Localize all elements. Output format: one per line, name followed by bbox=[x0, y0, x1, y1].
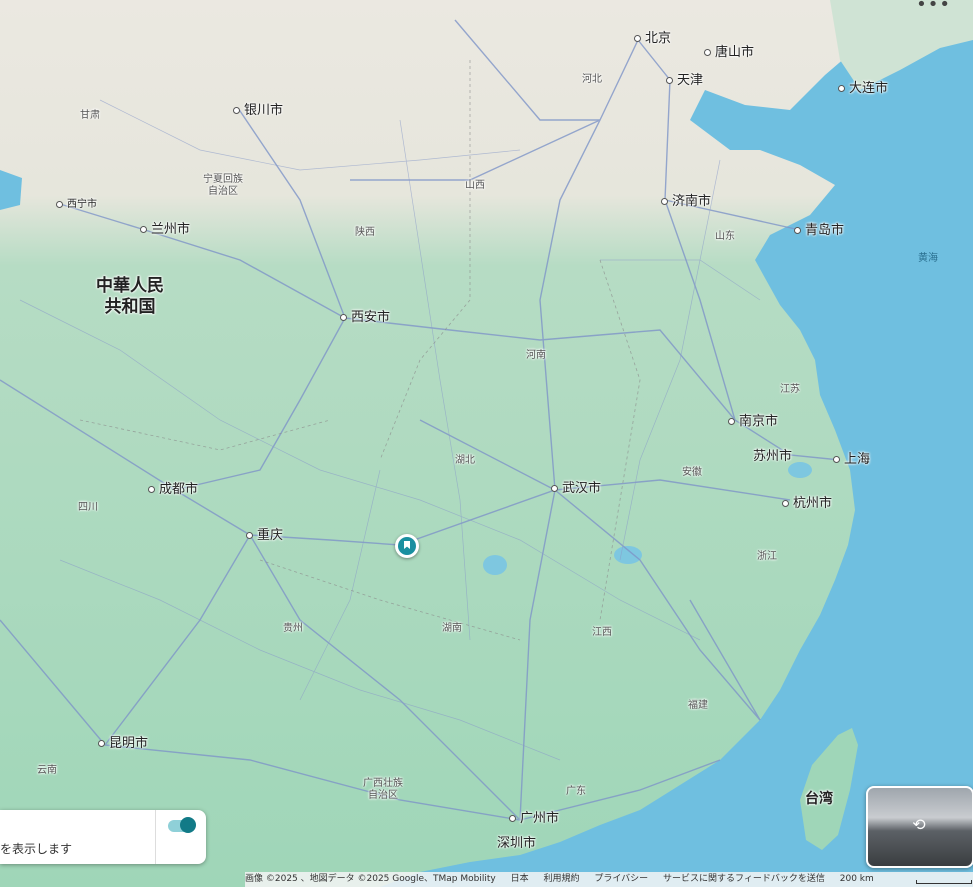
region-label-guangxi: 广西壮族 自治区 bbox=[363, 778, 403, 801]
toggle-card-divider bbox=[155, 810, 156, 864]
city-label-beijing[interactable]: 北京 bbox=[634, 31, 671, 47]
region-label-yunnan: 云南 bbox=[37, 765, 57, 776]
city-label-hangzhou[interactable]: 杭州市 bbox=[782, 496, 832, 512]
city-label-jinan[interactable]: 济南市 bbox=[661, 194, 711, 210]
city-label-kunming[interactable]: 昆明市 bbox=[98, 736, 148, 752]
region-label-guizhou: 贵州 bbox=[283, 623, 303, 634]
city-label-qingdao[interactable]: 青岛市 bbox=[794, 223, 844, 239]
city-label-chongqing[interactable]: 重庆 bbox=[246, 528, 283, 544]
city-label-shanghai[interactable]: 上海 bbox=[833, 452, 870, 468]
saved-place-marker[interactable] bbox=[395, 534, 419, 558]
sea-label-yellow-sea: 黄海 bbox=[918, 253, 938, 264]
region-label-jiangxi: 江西 bbox=[592, 627, 612, 638]
street-view-thumbnail[interactable]: ⟲ bbox=[866, 786, 973, 868]
privacy-link[interactable]: プライバシー bbox=[594, 874, 648, 884]
city-label-lanzhou[interactable]: 兰州市 bbox=[140, 222, 190, 238]
region-label-fujian: 福建 bbox=[688, 700, 708, 711]
city-label-yinchuan[interactable]: 银川市 bbox=[233, 103, 283, 119]
city-label-suzhou[interactable]: 苏州市 bbox=[753, 449, 792, 465]
city-label-chengdu[interactable]: 成都市 bbox=[148, 482, 198, 498]
island-label-taiwan: 台湾 bbox=[805, 791, 833, 807]
region-label-henan: 河南 bbox=[526, 350, 546, 361]
region-label-anhui: 安徽 bbox=[682, 467, 702, 478]
attribution-text: 画像 ©2025 、地図データ ©2025 Google、TMap Mobili… bbox=[245, 874, 496, 884]
region-label-gansu: 甘肃 bbox=[80, 110, 100, 121]
region-link[interactable]: 日本 bbox=[511, 874, 529, 884]
city-label-xining[interactable]: 西宁市 bbox=[56, 197, 97, 213]
rotate-360-icon: ⟲ bbox=[912, 815, 926, 834]
city-label-guangzhou[interactable]: 广州市 bbox=[509, 811, 559, 827]
city-label-xian[interactable]: 西安市 bbox=[340, 310, 390, 326]
city-label-shenzhen[interactable]: 深圳市 bbox=[497, 836, 536, 852]
city-label-dalian[interactable]: 大连市 bbox=[838, 81, 888, 97]
region-label-shaanxi: 陕西 bbox=[355, 227, 375, 238]
country-label: 中華人民 共和国 bbox=[96, 276, 164, 317]
map-canvas[interactable] bbox=[0, 0, 973, 887]
region-label-shanxi: 山西 bbox=[465, 180, 485, 191]
scale-bar bbox=[916, 880, 972, 884]
region-label-zhejiang: 浙江 bbox=[757, 551, 777, 562]
region-label-hunan: 湖南 bbox=[442, 623, 462, 634]
bookmark-icon bbox=[398, 537, 416, 555]
toggle-card-text: を表示します bbox=[0, 842, 73, 856]
region-label-jiangsu: 江苏 bbox=[780, 384, 800, 395]
terms-link[interactable]: 利用規約 bbox=[543, 874, 579, 884]
more-options-icon[interactable]: ••• bbox=[916, 0, 951, 15]
map-footer: 画像 ©2025 、地図データ ©2025 Google、TMap Mobili… bbox=[245, 872, 973, 887]
city-label-tianjin[interactable]: 天津 bbox=[666, 73, 703, 89]
region-label-guangdong: 广东 bbox=[566, 786, 586, 797]
region-label-ningxia: 宁夏回族 自治区 bbox=[203, 174, 243, 197]
layer-toggle-card: を表示します bbox=[0, 810, 206, 864]
feedback-link[interactable]: サービスに関するフィードバックを送信 bbox=[663, 874, 825, 884]
region-label-hubei: 湖北 bbox=[455, 455, 475, 466]
city-label-nanjing[interactable]: 南京市 bbox=[728, 414, 778, 430]
region-label-sichuan: 四川 bbox=[78, 502, 98, 513]
scale-label[interactable]: 200 km bbox=[840, 874, 874, 884]
layer-toggle-switch[interactable] bbox=[168, 817, 196, 833]
city-label-wuhan[interactable]: 武汉市 bbox=[551, 481, 601, 497]
region-label-hebei: 河北 bbox=[582, 74, 602, 85]
city-label-tangshan[interactable]: 唐山市 bbox=[704, 45, 754, 61]
region-label-shandong: 山东 bbox=[715, 231, 735, 242]
